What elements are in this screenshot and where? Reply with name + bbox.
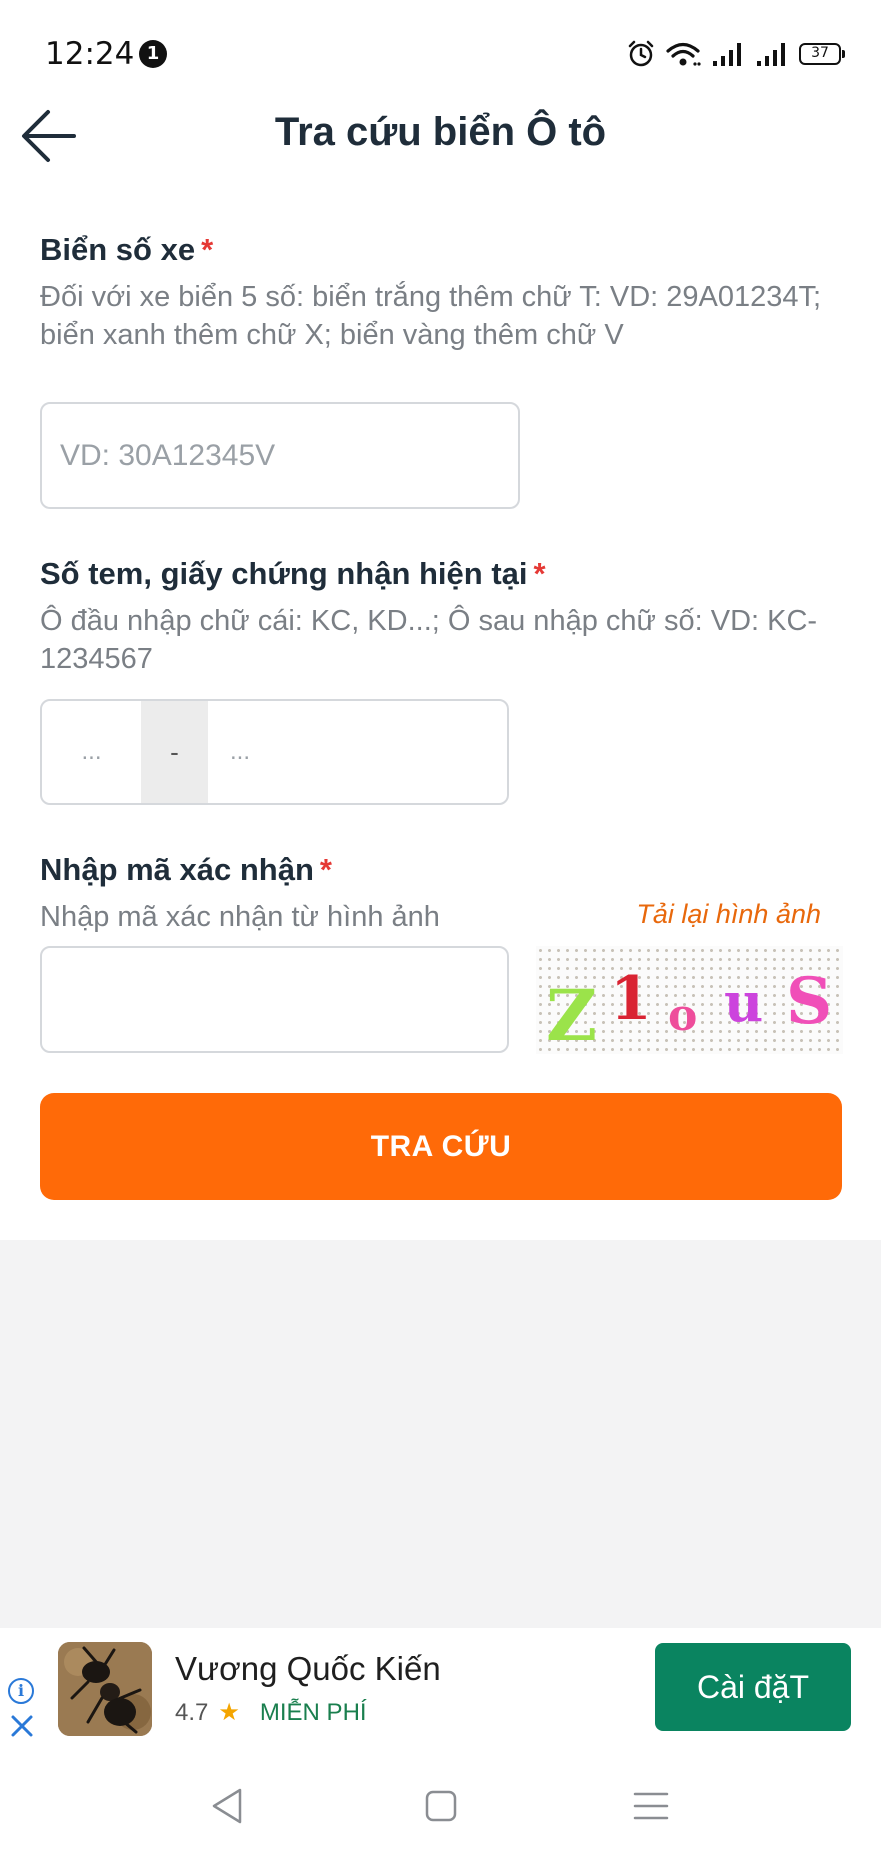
captcha-char: Z — [546, 974, 598, 1057]
required-mark: * — [319, 852, 332, 887]
ad-info-icon[interactable]: i — [8, 1678, 34, 1704]
empty-content-area — [0, 1240, 881, 1628]
ad-install-button[interactable]: Cài đặT — [655, 1643, 851, 1731]
plate-label: Biển số xe * — [40, 232, 213, 268]
stamp-separator: - — [141, 701, 208, 803]
captcha-hint: Nhập mã xác nhận từ hình ảnh — [40, 901, 440, 933]
nav-home-icon[interactable] — [419, 1784, 463, 1828]
stamp-input-group: ... - ... — [40, 699, 509, 805]
app-header: Tra cứu biển Ô tô — [0, 100, 881, 210]
ad-app-name[interactable]: Vương Quốc Kiến — [175, 1650, 441, 1688]
reload-captcha-link[interactable]: Tải lại hình ảnh — [636, 899, 821, 930]
signal-2-icon — [757, 43, 785, 66]
captcha-label-text: Nhập mã xác nhận — [40, 852, 314, 887]
captcha-char: S — [786, 964, 833, 1039]
plate-hint: Đối với xe biển 5 số: biển trắng thêm ch… — [40, 281, 822, 351]
close-icon[interactable] — [8, 1712, 36, 1740]
stamp-hint: Ô đầu nhập chữ cái: KC, KD...; Ô sau nhậ… — [40, 605, 818, 675]
ad-price: MIỄN PHÍ — [259, 1698, 367, 1726]
ad-banner[interactable]: i Vương Quốc Kiến 4.7 ★ MIỄN PHÍ Cài đặT — [0, 1628, 881, 1754]
system-nav-bar — [0, 1754, 881, 1859]
required-mark: * — [533, 556, 546, 591]
stamp-label-text: Số tem, giấy chứng nhận hiện tại — [40, 556, 528, 591]
star-icon: ★ — [218, 1699, 240, 1726]
plate-input[interactable] — [42, 404, 518, 507]
plate-label-text: Biển số xe — [40, 232, 196, 267]
captcha-input[interactable] — [42, 948, 507, 1051]
system-icons: 37 — [627, 38, 845, 70]
stamp-label: Số tem, giấy chứng nhận hiện tại * — [40, 556, 546, 592]
nav-menu-icon[interactable] — [629, 1784, 673, 1828]
wifi-icon — [666, 42, 701, 66]
ad-rating: 4.7 — [175, 1698, 209, 1726]
nav-back-icon[interactable] — [206, 1784, 250, 1828]
stamp-prefix-input[interactable]: ... — [42, 701, 141, 803]
alarm-icon — [628, 40, 654, 67]
plate-input-box — [40, 402, 520, 509]
captcha-char: u — [724, 970, 764, 1034]
captcha-label: Nhập mã xác nhận * — [40, 852, 332, 888]
status-bar: 12:24 1 37 — [0, 0, 881, 100]
captcha-image[interactable]: Z 1 o u S — [536, 946, 843, 1057]
signal-1-icon — [713, 43, 741, 66]
status-time: 12:24 — [45, 36, 135, 72]
battery-icon: 37 — [799, 43, 845, 65]
captcha-input-box — [40, 946, 509, 1053]
stamp-number-input[interactable]: ... — [208, 701, 507, 803]
search-button[interactable]: TRA CỨU — [40, 1093, 842, 1200]
ant-icon — [58, 1642, 152, 1736]
ad-meta: 4.7 ★ MIỄN PHÍ — [175, 1698, 367, 1727]
ad-app-icon[interactable] — [58, 1642, 152, 1736]
page-title: Tra cứu biển Ô tô — [274, 110, 607, 154]
required-mark: * — [201, 232, 214, 267]
captcha-char: o — [668, 990, 698, 1041]
notification-badge: 1 — [139, 40, 167, 68]
captcha-char: 1 — [610, 964, 652, 1034]
